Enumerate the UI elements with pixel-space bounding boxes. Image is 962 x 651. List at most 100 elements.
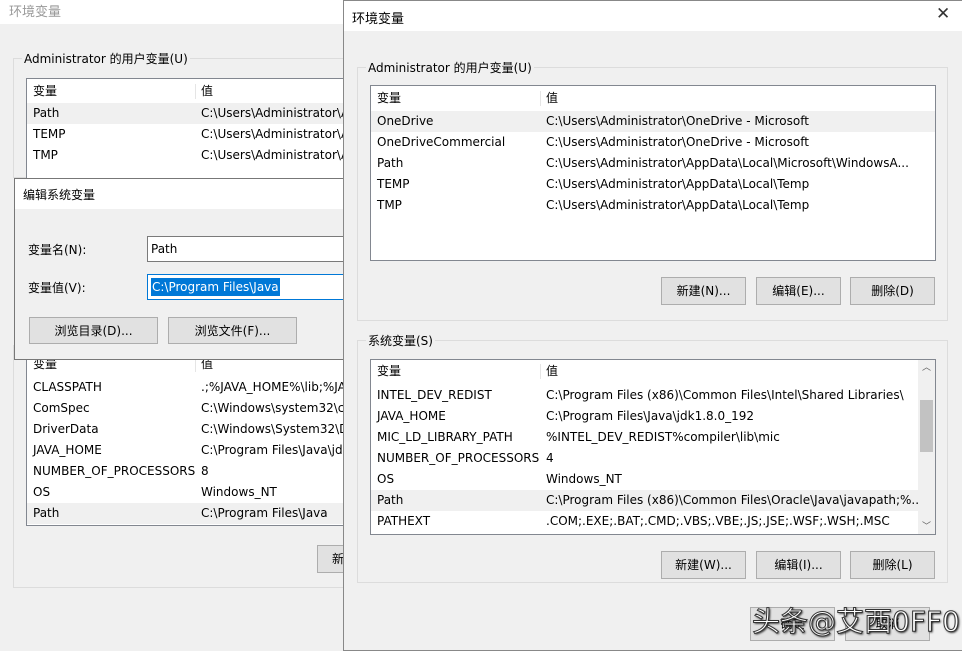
list-item[interactable]: NUMBER_OF_PROCESSORS 8 [27,461,345,482]
column-header-name[interactable]: 变量 [33,81,57,102]
edit-system-variable-dialog: 编辑系统变量 变量名(N): Path 变量值(V): C:\Program F… [14,178,354,360]
column-header-name[interactable]: 变量 [377,361,401,382]
column-header-value[interactable]: 值 [201,81,213,102]
variable-name: Path [33,506,60,520]
list-item[interactable]: TEMP C:\Users\Administrator\A [27,124,345,145]
list-item[interactable]: OneDriveCommercial C:\Users\Administrator… [371,132,935,153]
list-item[interactable]: TMP C:\Users\Administrator\AppData\Local\… [371,195,935,216]
scrollbar-thumb[interactable] [920,400,933,452]
variable-value: .;%JAVA_HOME%\lib;%JA [201,380,345,394]
variable-value: C:\Windows\System32\D [201,422,345,436]
variable-value: C:\Users\Administrator\AppData\Local\Tem… [546,198,810,212]
variable-value: C:\Program Files (x86)\Common Files\Inte… [546,388,904,402]
variable-value: C:\Users\Administrator\A [201,106,345,120]
list-item[interactable]: TEMP C:\Users\Administrator\AppData\Local… [371,174,935,195]
user-vars-list[interactable]: 变量 值 Path C:\Users\Administrator\A TEMP C:\Us… [26,78,345,188]
column-header-value[interactable]: 值 [546,88,558,109]
variable-name: TMP [33,148,58,162]
watermark: 头条@艾西0FF0 [752,605,961,639]
browse-file-button[interactable]: 浏览文件(F)... [168,317,297,344]
list-item[interactable]: OneDrive C:\Users\Administrator\OneDrive … [371,111,935,132]
list-header: 变量 值 [371,88,935,109]
variable-value: C:\Program Files\Java [201,506,328,520]
list-header: 变量 值 [371,361,935,382]
list-item[interactable]: Path C:\Program Files (x86)\Common Files\… [371,490,935,511]
column-divider [540,91,541,106]
scrollbar[interactable]: ︿ ﹀ [918,360,935,534]
variable-name: NUMBER_OF_PROCESSORS [33,464,196,478]
system-vars-list[interactable]: 变量值 CLASSPATH .;%JAVA_HOME%\lib;%JA ComSpec… [26,352,345,526]
variable-value: Windows_NT [201,485,277,499]
variable-name: TEMP [377,177,410,191]
variable-name: INTEL_DEV_REDIST [377,388,492,402]
browse-directory-button[interactable]: 浏览目录(D)... [29,317,158,344]
variable-value: C:\Users\Administrator\A [201,127,345,141]
variable-name: DriverData [33,422,99,436]
list-item[interactable]: DriverData C:\Windows\System32\D [27,419,345,440]
variable-name-label: 变量名(N): [28,243,87,257]
variable-name: OneDrive [377,114,434,128]
list-item[interactable]: ComSpec C:\Windows\system32\cr [27,398,345,419]
list-item[interactable]: INTEL_DEV_REDIST C:\Program Files (x86)\C… [371,385,935,406]
list-item[interactable]: Path C:\Users\Administrator\A [27,103,345,124]
variable-name-input[interactable]: Path [147,236,353,262]
system-delete-button[interactable]: 删除(L) [850,551,935,579]
variable-value: Windows_NT [546,472,622,486]
list-item[interactable]: Path C:\Users\Administrator\AppData\Local… [371,153,935,174]
variable-value-input[interactable]: C:\Program Files\Java [147,274,353,300]
variable-value: C:\Program Files (x86)\Common Files\Orac… [546,493,923,507]
list-item[interactable]: OS Windows_NT [27,482,345,503]
scroll-down-icon[interactable]: ﹀ [918,519,935,532]
list-item[interactable]: JAVA_HOME C:\Program Files\Java\jdk1.8.0_… [371,406,935,427]
list-item[interactable]: TMP C:\Users\Administrator\A [27,145,345,166]
new-system-var-button[interactable]: 新 [317,545,345,573]
variable-name: OS [377,472,395,486]
list-item[interactable]: MIC_LD_LIBRARY_PATH %INTEL_DEV_REDIST%com… [371,427,935,448]
variable-name: CLASSPATH [33,380,102,394]
variable-value: 4 [546,451,554,465]
variable-name: JAVA_HOME [33,443,102,457]
variable-name: TMP [377,198,402,212]
scroll-up-icon[interactable]: ︿ [918,360,935,373]
variable-name: PATHEXT [377,514,431,528]
variable-value: C:\Program Files\Java\jdk1.8.0_192 [546,409,755,423]
env-variables-window: 环境变量 ✕ Administrator 的用户变量(U) 变量值 OneDriv… [343,0,962,651]
variable-name: NUMBER_OF_PROCESSORS [377,451,540,465]
list-header: 变量 值 [27,81,345,102]
column-header-value[interactable]: 值 [546,361,558,382]
system-edit-button[interactable]: 编辑(I)... [756,551,841,579]
list-item[interactable]: JAVA_HOME C:\Program Files\Java\jd [27,440,345,461]
variable-value: C:\Users\Administrator\OneDrive - Micros… [546,114,809,128]
variable-name: OS [33,485,51,499]
window-title: 环境变量 [352,12,405,27]
column-divider [540,364,541,379]
variable-value: C:\Users\Administrator\OneDrive - Micros… [546,135,809,149]
close-icon[interactable]: ✕ [936,4,950,24]
user-delete-button[interactable]: 删除(D) [850,277,935,305]
list-item[interactable]: CLASSPATH .;%JAVA_HOME%\lib;%JA [27,377,345,398]
system-new-button[interactable]: 新建(W)... [661,551,746,579]
system-vars-list[interactable]: 变量 值 INTEL_DEV_REDIST C:\Program Files (x86… [370,359,936,535]
variable-value: C:\Windows\system32\cr [201,401,345,415]
variable-name: MIC_LD_LIBRARY_PATH [377,430,513,444]
user-new-button[interactable]: 新建(N)... [661,277,746,305]
variable-name: OneDriveCommercial [377,135,506,149]
user-vars-list[interactable]: 变量 值 OneDrive C:\Users\Administrator\OneDri… [370,85,936,261]
variable-value: C:\Users\Administrator\AppData\Local\Mic… [546,156,909,170]
variable-name: Path [377,493,404,507]
variable-name: JAVA_HOME [377,409,446,423]
user-edit-button[interactable]: 编辑(E)... [756,277,841,305]
dialog-title: 编辑系统变量 [23,188,96,202]
list-item[interactable]: NUMBER_OF_PROCESSORS 4 [371,448,935,469]
list-item[interactable]: OS Windows_NT [371,469,935,490]
variable-value: C:\Users\Administrator\A [201,148,345,162]
variable-value: C:\Program Files\Java\jd [201,443,343,457]
variable-value-label: 变量值(V): [28,281,86,295]
variable-value: %INTEL_DEV_REDIST%compiler\lib\mic [546,430,780,444]
variable-name: Path [377,156,404,170]
variable-value: C:\Users\Administrator\AppData\Local\Tem… [546,177,810,191]
column-header-name[interactable]: 变量 [377,88,401,109]
list-item[interactable]: Path C:\Program Files\Java [27,503,345,524]
variable-name: Path [33,106,60,120]
list-item[interactable]: PATHEXT .COM;.EXE;.BAT;.CMD;.VBS;.VBE;.JS… [371,511,935,532]
